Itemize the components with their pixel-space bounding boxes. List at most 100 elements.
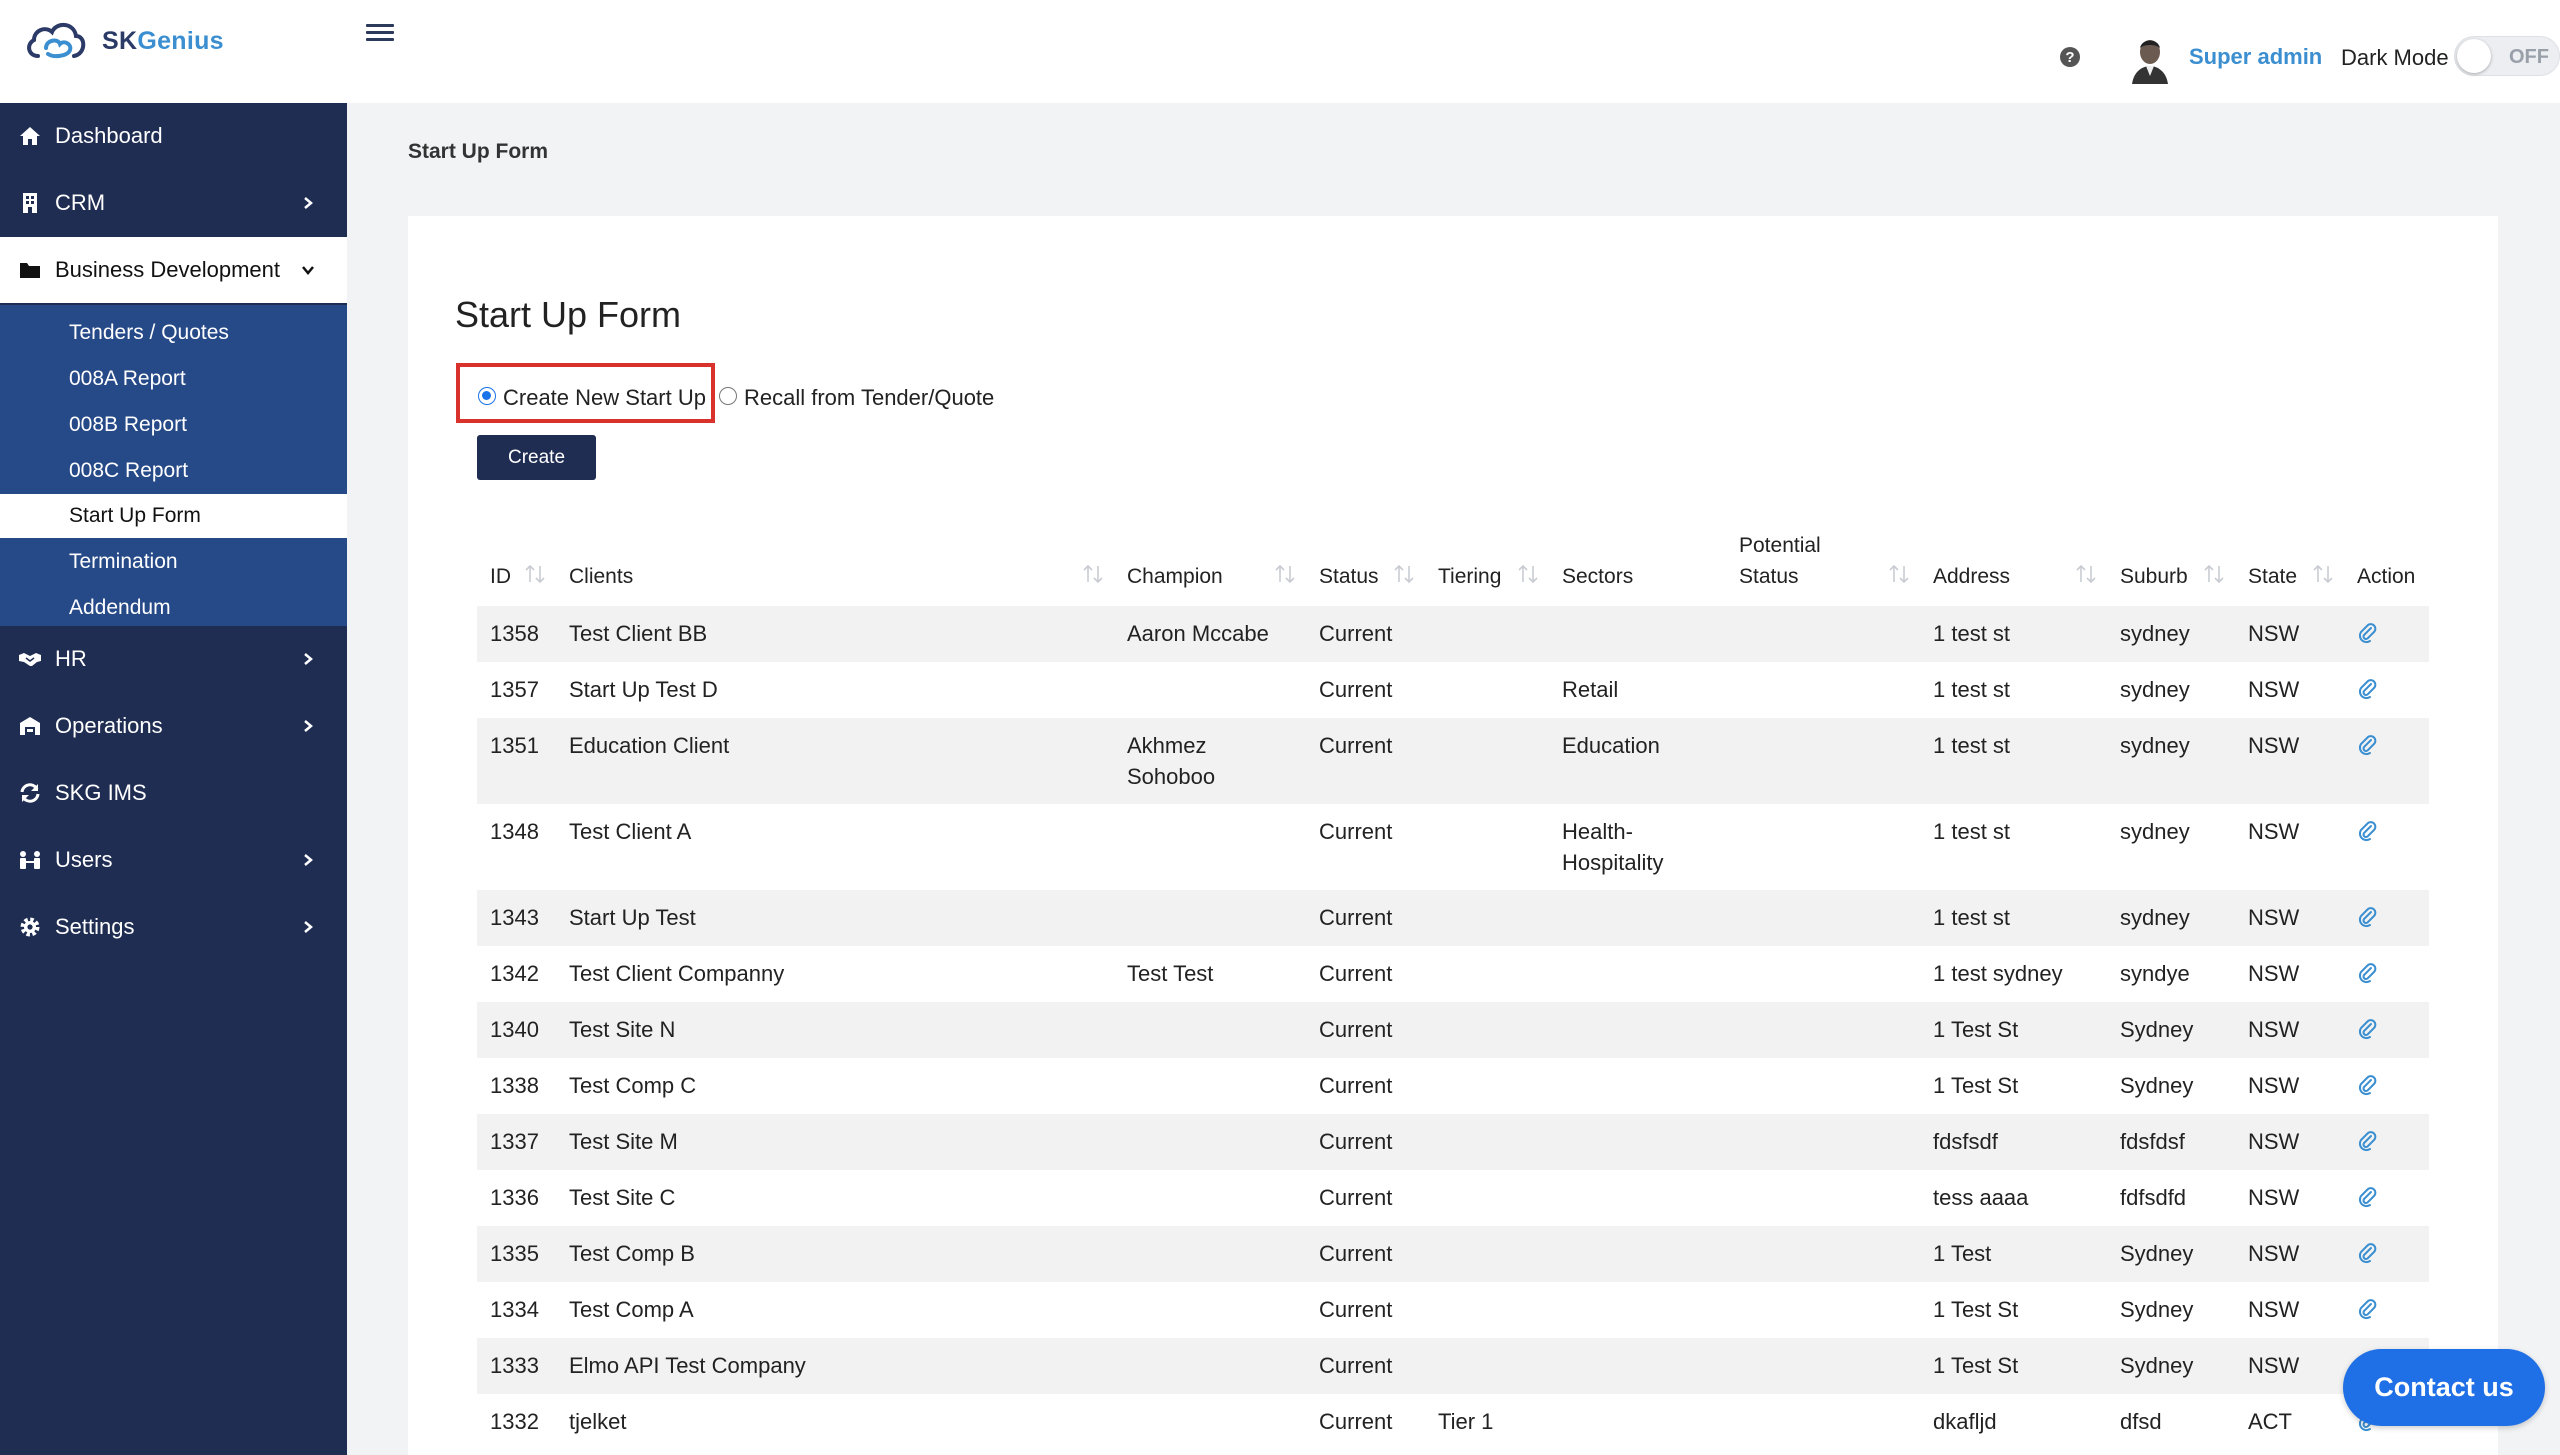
cell-id: 1338 <box>490 1073 539 1098</box>
paperclip-icon[interactable] <box>2356 678 2378 700</box>
header-id[interactable]: ID <box>490 565 511 589</box>
paperclip-icon[interactable] <box>2356 1074 2378 1096</box>
submenu-item-start-up-form[interactable]: Start Up Form <box>0 494 347 538</box>
avatar[interactable] <box>2128 36 2172 84</box>
chevron-right-icon <box>304 720 313 732</box>
cell-suburb: Sydney <box>2120 1353 2194 1378</box>
cell-status: Current <box>1319 1185 1393 1210</box>
user-name-link[interactable]: Super admin <box>2189 44 2322 70</box>
header-address[interactable]: Address <box>1933 565 2010 589</box>
paperclip-icon[interactable] <box>2356 1130 2378 1152</box>
cell-client: Test Comp B <box>569 1241 695 1266</box>
cell-state: NSW <box>2248 1017 2300 1042</box>
paperclip-icon[interactable] <box>2356 1018 2378 1040</box>
cell-suburb: sydney <box>2120 621 2190 646</box>
paperclip-icon[interactable] <box>2356 820 2378 842</box>
cell-state: NSW <box>2248 1353 2300 1378</box>
cell-sectors: Health- <box>1562 819 1633 844</box>
header-sectors[interactable]: Sectors <box>1562 565 1633 589</box>
sidebar-item-settings[interactable]: Settings <box>0 894 347 960</box>
submenu-item-008a-report[interactable]: 008A Report <box>0 357 347 401</box>
cell-suburb: Sydney <box>2120 1297 2194 1322</box>
paperclip-icon[interactable] <box>2356 906 2378 928</box>
radio-recall[interactable] <box>719 387 737 405</box>
sort-arrows-icon[interactable] <box>1517 563 1539 585</box>
chevron-right-icon <box>304 197 313 209</box>
sidebar-item-crm[interactable]: CRM <box>0 170 347 236</box>
paperclip-icon[interactable] <box>2356 734 2378 756</box>
sort-arrows-icon[interactable] <box>1274 563 1296 585</box>
paperclip-icon[interactable] <box>2356 962 2378 984</box>
sort-arrows-icon[interactable] <box>1082 563 1104 585</box>
cell-id: 1340 <box>490 1017 539 1042</box>
cell-state: NSW <box>2248 1241 2300 1266</box>
submenu-item-008c-report[interactable]: 008C Report <box>0 449 347 493</box>
sidebar-item-operations[interactable]: Operations <box>0 693 347 759</box>
cell-sectors: Education <box>1562 733 1660 758</box>
sync-icon <box>20 783 40 803</box>
radio-create-new[interactable] <box>478 387 496 405</box>
sort-arrows-icon[interactable] <box>2312 563 2334 585</box>
cell-state: NSW <box>2248 677 2300 702</box>
cell-suburb: fdfsdfd <box>2120 1185 2187 1210</box>
header-potential-status-line2[interactable]: Status <box>1739 565 1799 589</box>
sidebar-item-users[interactable]: Users <box>0 827 347 893</box>
sort-arrows-icon[interactable] <box>1888 563 1910 585</box>
cell-address: 1 test sydney <box>1933 961 2063 986</box>
cell-status: Current <box>1319 1297 1393 1322</box>
sort-arrows-icon[interactable] <box>524 563 546 585</box>
header-tiering[interactable]: Tiering <box>1438 565 1501 589</box>
paperclip-icon[interactable] <box>2356 1242 2378 1264</box>
cell-suburb: dfsd <box>2120 1409 2162 1434</box>
sort-arrows-icon[interactable] <box>2075 563 2097 585</box>
header-potential-status-line1[interactable]: Potential <box>1739 534 1821 558</box>
sidebar-item-skg-ims[interactable]: SKG IMS <box>0 760 347 826</box>
chevron-right-icon <box>304 854 313 866</box>
sidebar-item-hr[interactable]: HR <box>0 626 347 692</box>
dark-mode-state: OFF <box>2509 46 2549 68</box>
cell-client: Test Client Companny <box>569 961 785 986</box>
help-icon[interactable]: ? <box>2058 45 2082 69</box>
create-button[interactable]: Create <box>477 435 596 480</box>
paperclip-icon[interactable] <box>2356 1298 2378 1320</box>
header-clients[interactable]: Clients <box>569 565 633 589</box>
chevron-right-icon <box>304 653 313 665</box>
app-logo[interactable]: SKGenius <box>24 16 224 66</box>
sort-arrows-icon[interactable] <box>1393 563 1415 585</box>
cell-suburb: sydney <box>2120 733 2190 758</box>
submenu-item-addendum[interactable]: Addendum <box>0 586 347 630</box>
sidebar-item-label: SKG IMS <box>55 780 147 805</box>
logo-text-sk: SK <box>102 26 138 55</box>
cell-state: NSW <box>2248 961 2300 986</box>
paperclip-icon[interactable] <box>2356 1186 2378 1208</box>
sort-arrows-icon[interactable] <box>2203 563 2225 585</box>
sidebar-item-business-development[interactable]: Business Development <box>0 237 347 303</box>
dark-mode-toggle[interactable]: OFF <box>2454 36 2560 76</box>
submenu-item-tenders-quotes[interactable]: Tenders / Quotes <box>0 311 347 355</box>
cell-id: 1337 <box>490 1129 539 1154</box>
dark-mode-label: Dark Mode <box>2341 45 2449 70</box>
menu-toggle-icon[interactable] <box>366 20 394 48</box>
header-state[interactable]: State <box>2248 565 2297 589</box>
cell-status: Current <box>1319 1017 1393 1042</box>
warehouse-icon <box>20 717 40 735</box>
submenu-item-008b-report[interactable]: 008B Report <box>0 403 347 447</box>
radio-recall-label[interactable]: Recall from Tender/Quote <box>744 385 994 411</box>
cell-client: Test Client A <box>569 819 692 844</box>
sidebar-item-dashboard[interactable]: Dashboard <box>0 103 347 169</box>
cell-client: Test Site M <box>569 1129 678 1154</box>
paperclip-icon[interactable] <box>2356 622 2378 644</box>
submenu-item-termination[interactable]: Termination <box>0 540 347 584</box>
cell-champion: Sohoboo <box>1127 764 1216 789</box>
radio-create-new-label[interactable]: Create New Start Up <box>503 385 706 411</box>
cell-status: Current <box>1319 677 1393 702</box>
cell-status: Current <box>1319 905 1393 930</box>
toggle-knob <box>2457 39 2491 73</box>
contact-us-button[interactable]: Contact us <box>2343 1349 2545 1426</box>
header-status[interactable]: Status <box>1319 565 1379 589</box>
cell-suburb: sydney <box>2120 677 2190 702</box>
header-champion[interactable]: Champion <box>1127 565 1223 589</box>
header-suburb[interactable]: Suburb <box>2120 565 2188 589</box>
sidebar-item-label: CRM <box>55 190 106 215</box>
cell-status: Current <box>1319 1241 1393 1266</box>
